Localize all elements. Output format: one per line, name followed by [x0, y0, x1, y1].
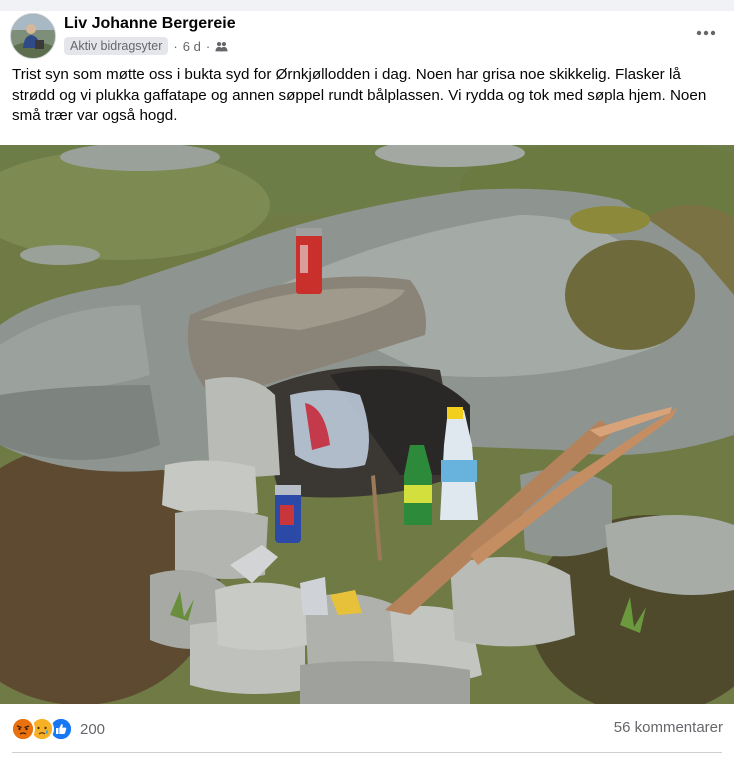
angry-reaction-icon — [11, 717, 35, 741]
author-avatar[interactable] — [10, 13, 56, 59]
post-footer: 200 56 kommentarer — [0, 710, 734, 748]
footer-divider — [12, 752, 722, 753]
author-name[interactable]: Liv Johanne Bergereie — [64, 15, 236, 33]
reactions-summary[interactable]: 200 — [11, 717, 105, 741]
more-horizontal-icon — [696, 30, 716, 36]
feed-background-strip — [0, 0, 734, 11]
post-timestamp[interactable]: 6 d — [183, 39, 201, 54]
comments-count[interactable]: 56 kommentarer — [614, 719, 723, 736]
meta-separator-2: · — [205, 38, 211, 54]
reaction-count[interactable]: 200 — [80, 721, 105, 738]
post-text: Trist syn som møtte oss i bukta syd for … — [12, 66, 707, 124]
more-options-button[interactable] — [692, 21, 720, 45]
contributor-badge[interactable]: Aktiv bidragsyter — [64, 37, 169, 55]
post-header: Liv Johanne Bergereie Aktiv bidragsyter … — [0, 11, 734, 63]
meta-separator: · — [173, 38, 178, 54]
post-photo[interactable] — [0, 145, 734, 704]
post-meta: Aktiv bidragsyter · 6 d · — [64, 36, 228, 56]
friends-audience-icon[interactable] — [215, 40, 228, 53]
